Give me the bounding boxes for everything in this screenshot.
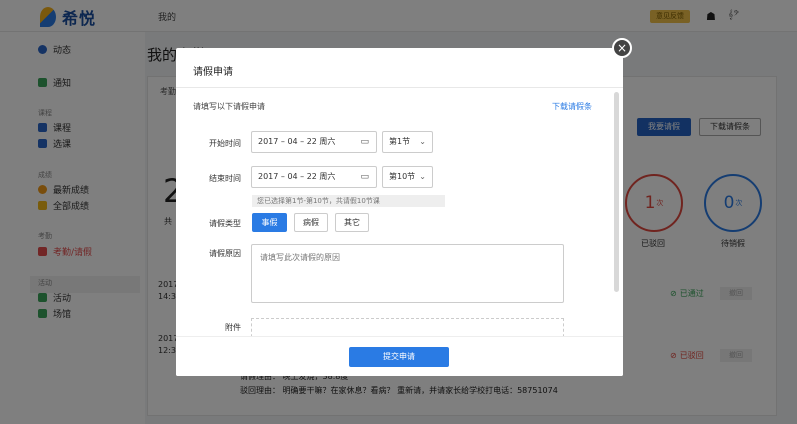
leave-type-label: 请假类型	[209, 219, 241, 228]
start-period-value: 第1节	[389, 137, 411, 146]
type-personal-button[interactable]: 事假	[252, 213, 287, 232]
calendar-icon: ▭	[360, 137, 369, 147]
download-leave-link[interactable]: 下载请假条	[552, 101, 592, 112]
calendar-icon: ▭	[360, 172, 369, 182]
attachment-label: 附件	[225, 323, 241, 332]
dialog-title: 请假申请	[193, 67, 233, 78]
form-hint: 请填写以下请假申请	[193, 102, 265, 111]
chevron-down-icon: ⌄	[419, 137, 426, 146]
end-date-value: 2017 – 04 – 22 周六	[258, 172, 336, 181]
start-time-label: 开始时间	[209, 139, 241, 148]
start-date-picker[interactable]: 2017 – 04 – 22 周六 ▭	[251, 131, 377, 153]
end-period-value: 第10节	[389, 172, 416, 181]
dialog-header: 请假申请	[176, 48, 623, 88]
leave-reason-textarea[interactable]: 请填写此次请假的原因	[251, 244, 564, 303]
type-sick-button[interactable]: 病假	[294, 213, 328, 232]
close-icon[interactable]: ×	[612, 38, 632, 58]
chevron-down-icon: ⌄	[419, 172, 426, 181]
dialog-scrollbar[interactable]	[614, 92, 619, 292]
selection-note: 您已选择第1节-第10节，共请假10节课	[252, 195, 445, 207]
start-period-select[interactable]: 第1节 ⌄	[382, 131, 433, 153]
type-other-button[interactable]: 其它	[335, 213, 369, 232]
start-date-value: 2017 – 04 – 22 周六	[258, 137, 336, 146]
dialog-footer: 提交申请	[176, 336, 623, 376]
end-date-picker[interactable]: 2017 – 04 – 22 周六 ▭	[251, 166, 377, 188]
end-time-label: 结束时间	[209, 174, 241, 183]
end-period-select[interactable]: 第10节 ⌄	[382, 166, 433, 188]
submit-button[interactable]: 提交申请	[349, 347, 449, 367]
leave-reason-label: 请假原因	[209, 249, 241, 258]
leave-request-dialog: 请假申请 请填写以下请假申请 下载请假条 开始时间 2017 – 04 – 22…	[176, 48, 623, 376]
